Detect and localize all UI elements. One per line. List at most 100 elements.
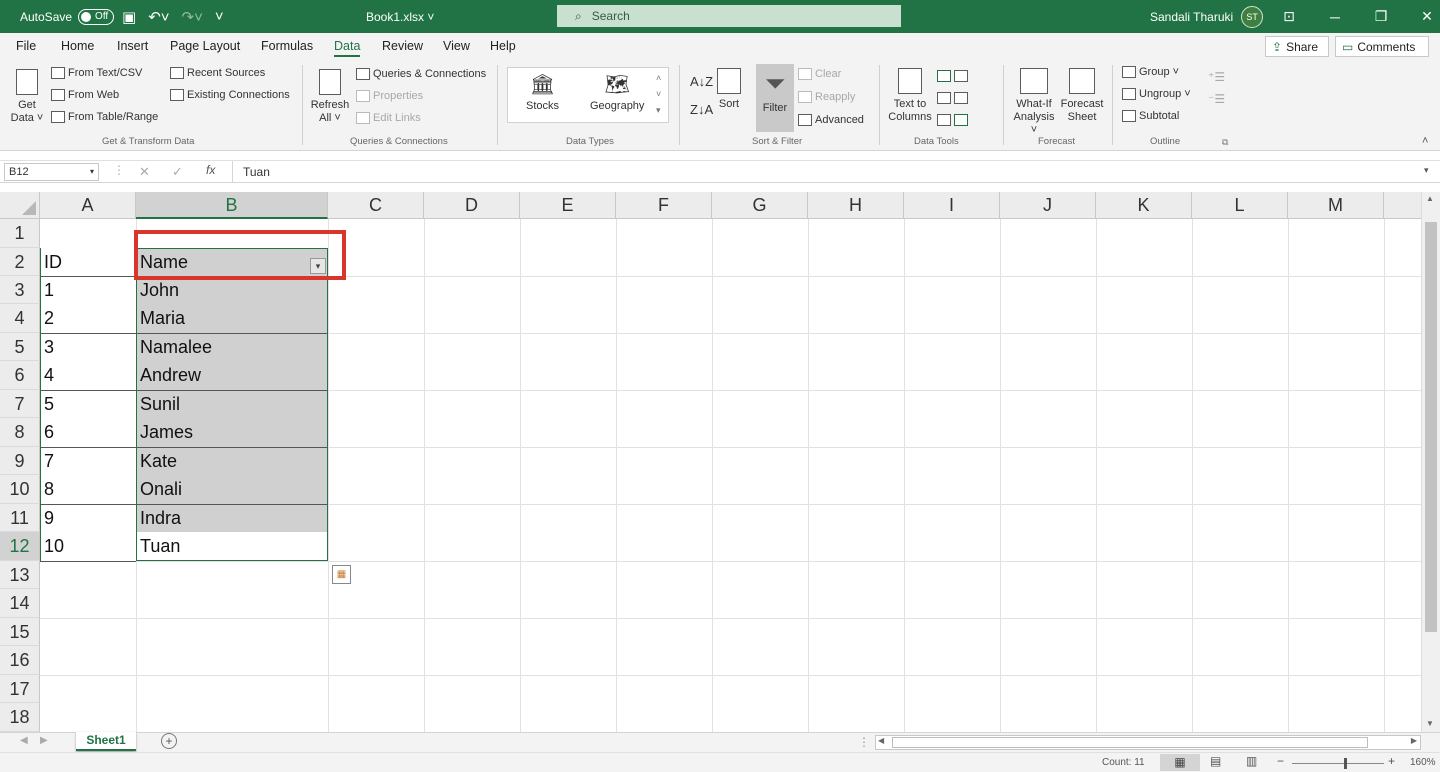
row-header-9[interactable]: 9 <box>0 447 40 475</box>
cell-a6[interactable]: 4 <box>40 361 54 389</box>
page-layout-view-icon[interactable]: ▤ <box>1210 754 1221 768</box>
cell-a2[interactable]: ID <box>40 248 136 276</box>
scroll-down-icon[interactable]: ▼ <box>1426 719 1434 728</box>
from-text-csv-button[interactable]: From Text/CSV <box>51 67 142 80</box>
reapply-button[interactable]: Reapply <box>798 91 855 104</box>
cell-b4[interactable]: Maria <box>136 304 185 332</box>
expand-formula-bar-icon[interactable]: ▾ <box>1424 165 1429 176</box>
row-header-6[interactable]: 6 <box>0 361 40 390</box>
row-header-10[interactable]: 10 <box>0 475 40 504</box>
remove-duplicates-icon[interactable] <box>937 92 951 105</box>
column-header-j[interactable]: J <box>1000 192 1096 219</box>
h-scroll-thumb[interactable] <box>892 737 1368 748</box>
restore-icon[interactable]: ❐ <box>1358 8 1404 25</box>
cell-b7[interactable]: Sunil <box>136 390 180 418</box>
comments-button[interactable]: ▭ Comments <box>1335 36 1429 57</box>
zoom-in-icon[interactable]: + <box>1388 754 1395 768</box>
row-header-15[interactable]: 15 <box>0 618 40 646</box>
scroll-thumb[interactable] <box>1425 222 1437 632</box>
sort-za-button[interactable]: Z↓A <box>690 99 713 121</box>
row-header-17[interactable]: 17 <box>0 675 40 703</box>
cell-a7[interactable]: 5 <box>40 390 54 418</box>
column-header-d[interactable]: D <box>424 192 520 219</box>
column-header-i[interactable]: I <box>904 192 1000 219</box>
sheet-tab-sheet1[interactable]: Sheet1 <box>76 732 136 751</box>
tab-split-handle[interactable]: ⋮ <box>858 735 870 749</box>
column-header-l[interactable]: L <box>1192 192 1288 219</box>
row-header-12[interactable]: 12 <box>0 532 40 561</box>
redo-icon[interactable]: ↷˅ <box>182 8 203 26</box>
column-header-f[interactable]: F <box>616 192 712 219</box>
cell-a3[interactable]: 1 <box>40 276 54 304</box>
row-header-16[interactable]: 16 <box>0 646 40 675</box>
undo-icon[interactable]: ↶˅ <box>148 8 169 26</box>
tab-home[interactable]: Home <box>61 39 94 53</box>
column-header-c[interactable]: C <box>328 192 424 219</box>
tab-page-layout[interactable]: Page Layout <box>170 39 240 53</box>
row-header-14[interactable]: 14 <box>0 589 40 618</box>
close-icon[interactable]: ✕ <box>1404 8 1440 25</box>
data-validation-icon[interactable] <box>937 114 951 127</box>
geography-button[interactable]: 🗺 Geography <box>590 74 644 112</box>
from-table-range-button[interactable]: From Table/Range <box>51 111 158 124</box>
cell-a5[interactable]: 3 <box>40 333 54 361</box>
manage-data-model-icon[interactable] <box>954 114 968 127</box>
forecast-sheet-button[interactable]: Forecast Sheet <box>1060 68 1104 124</box>
select-all-corner[interactable] <box>0 192 40 219</box>
from-web-button[interactable]: From Web <box>51 89 119 102</box>
filter-button[interactable]: ⏷ Filter <box>756 64 794 132</box>
ungroup-button[interactable]: Ungroup ˅ <box>1122 88 1191 101</box>
cell-b6[interactable]: Andrew <box>136 361 201 389</box>
save-icon[interactable]: ▣ <box>122 8 136 26</box>
existing-connections-button[interactable]: Existing Connections <box>170 89 290 102</box>
clear-filter-button[interactable]: Clear <box>798 68 841 81</box>
consolidate-icon[interactable] <box>954 70 968 83</box>
get-data-button[interactable]: Get Data ˅ <box>10 69 44 125</box>
group-button[interactable]: Group ˅ <box>1122 66 1179 79</box>
scroll-up-icon[interactable]: ▲ <box>1426 194 1434 203</box>
cell-b5[interactable]: Namalee <box>136 333 212 361</box>
subtotal-button[interactable]: Subtotal <box>1122 110 1179 123</box>
minimize-icon[interactable]: ─ <box>1312 9 1358 25</box>
name-box[interactable]: B12 ▾ <box>4 163 99 181</box>
vertical-scrollbar[interactable]: ▲ ▼ <box>1421 192 1440 732</box>
cell-b8[interactable]: James <box>136 418 193 446</box>
page-break-view-icon[interactable]: ▥ <box>1246 754 1257 768</box>
what-if-analysis-button[interactable]: What-If Analysis ˅ <box>1010 68 1058 137</box>
column-header-g[interactable]: G <box>712 192 808 219</box>
row-header-18[interactable]: 18 <box>0 703 40 732</box>
enter-icon[interactable]: ✓ <box>172 164 183 180</box>
formula-input[interactable]: Tuan <box>232 161 1432 183</box>
tab-insert[interactable]: Insert <box>117 39 148 53</box>
prev-sheet-icon[interactable]: ◀ <box>20 735 28 746</box>
sort-button[interactable]: Sort <box>714 68 744 110</box>
row-header-1[interactable]: 1 <box>0 219 40 248</box>
row-header-13[interactable]: 13 <box>0 561 40 589</box>
next-sheet-icon[interactable]: ▶ <box>40 735 48 746</box>
flash-fill-icon[interactable] <box>937 70 951 83</box>
stocks-button[interactable]: 🏛 Stocks <box>526 74 559 112</box>
row-header-7[interactable]: 7 <box>0 390 40 418</box>
cell-b11[interactable]: Indra <box>136 504 181 532</box>
insert-function-icon[interactable]: fx <box>206 163 215 177</box>
cell-b3[interactable]: John <box>136 276 179 304</box>
horizontal-scrollbar[interactable]: ◀ ▶ <box>875 735 1421 750</box>
search-box[interactable]: ⌕ Search <box>557 5 901 27</box>
edit-links-button[interactable]: Edit Links <box>356 112 421 125</box>
cell-a9[interactable]: 7 <box>40 447 54 475</box>
zoom-level[interactable]: 160% <box>1410 757 1436 768</box>
advanced-filter-button[interactable]: Advanced <box>798 114 864 127</box>
column-header-e[interactable]: E <box>520 192 616 219</box>
cancel-icon[interactable]: ✕ <box>139 164 150 180</box>
show-hide-detail[interactable]: ⁺☰ ⁻☰ <box>1208 66 1225 110</box>
row-header-11[interactable]: 11 <box>0 504 40 532</box>
text-to-columns-button[interactable]: Text to Columns <box>888 68 932 124</box>
row-header-3[interactable]: 3 <box>0 276 40 304</box>
cell-b9[interactable]: Kate <box>136 447 177 475</box>
zoom-slider[interactable] <box>1292 763 1384 764</box>
dialog-launcher-icon[interactable]: ⧉ <box>1222 137 1228 148</box>
row-header-5[interactable]: 5 <box>0 333 40 361</box>
tab-help[interactable]: Help <box>490 39 516 53</box>
tab-formulas[interactable]: Formulas <box>261 39 313 53</box>
queries-connections-button[interactable]: Queries & Connections <box>356 68 486 81</box>
